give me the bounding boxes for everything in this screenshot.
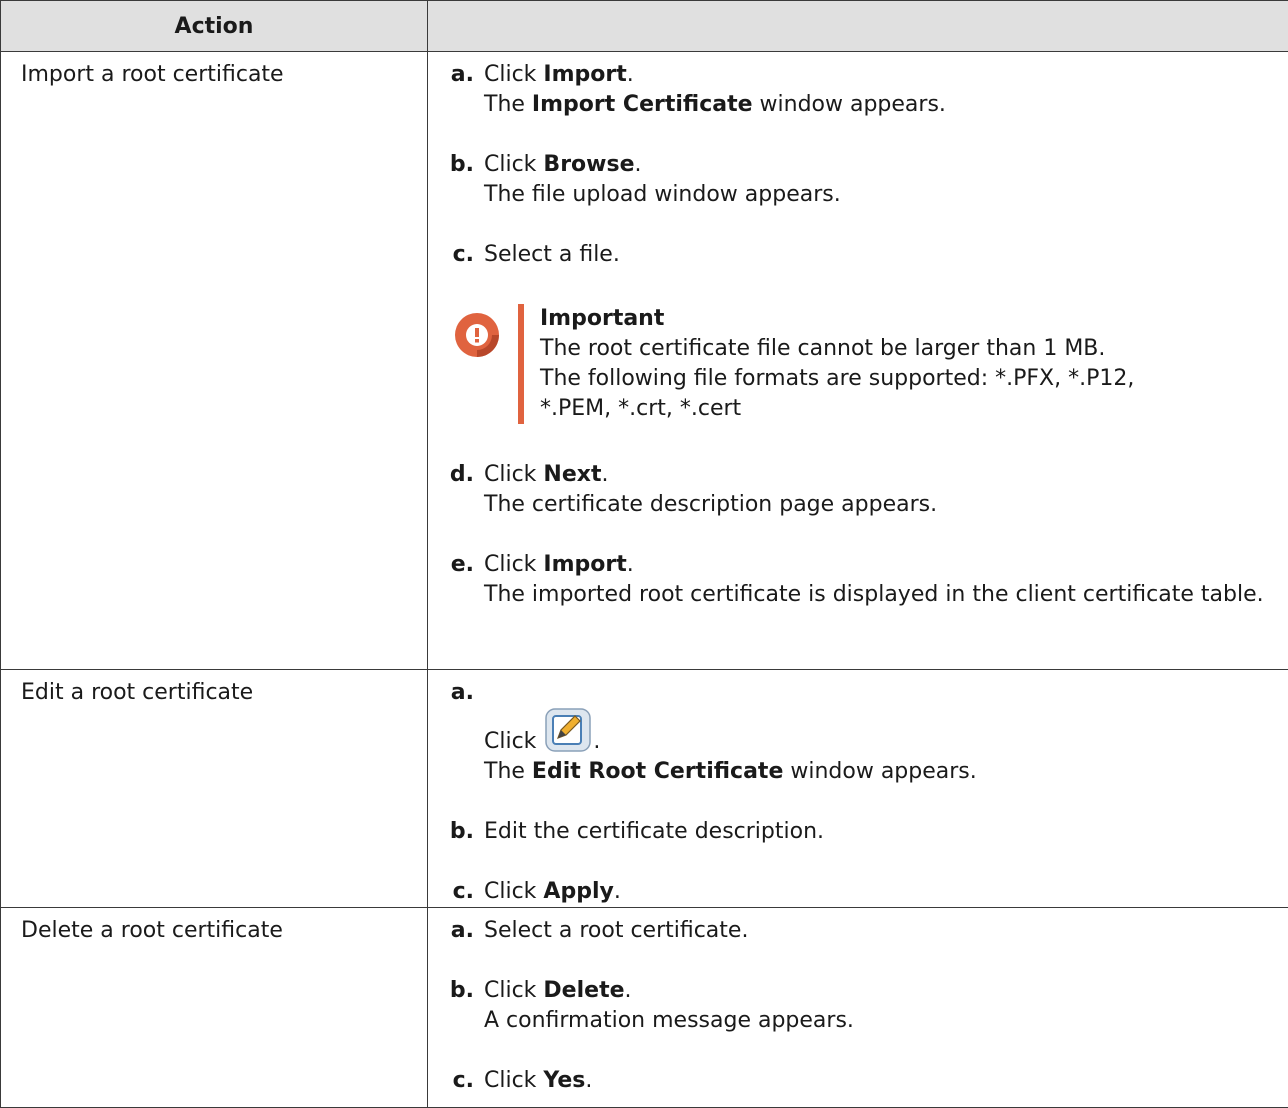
step-item: b. Edit the certificate description. [446, 817, 1268, 847]
action-cell: Import a root certificate [1, 52, 428, 670]
header-action: Action [1, 1, 428, 52]
table-header-row: Action [1, 1, 1288, 52]
table-row: Delete a root certificate a. Select a ro… [1, 908, 1288, 1108]
table-row: Import a root certificate a. Click Impor… [1, 52, 1288, 670]
step-item: c. Click Apply. [446, 877, 1268, 907]
steps-cell: a. Select a root certificate. b. Click D… [428, 908, 1288, 1108]
step-item: c. Click Yes. [446, 1066, 1268, 1096]
step-item: b. Click Browse. The file upload window … [446, 150, 1268, 210]
note-title: Important [540, 304, 1268, 334]
edit-icon[interactable] [543, 708, 593, 752]
action-cell: Edit a root certificate [1, 670, 428, 908]
step-item: a. Click . The Edit Root Certificate win… [446, 678, 1268, 787]
action-cell: Delete a root certificate [1, 908, 428, 1108]
step-item: a. Click Import. The Import Certificate … [446, 60, 1268, 120]
important-note: Important The root certificate file cann… [454, 304, 1268, 424]
note-accent-bar [518, 304, 524, 424]
step-item: b. Click Delete. A confirmation message … [446, 976, 1268, 1036]
step-item: e. Click Import. The imported root certi… [446, 550, 1268, 610]
step-item: c. Select a file. [446, 240, 1268, 270]
steps-cell: a. Click . The Edit Root Certificate win… [428, 670, 1288, 908]
step-item: a. Select a root certificate. [446, 916, 1268, 946]
warning-icon [454, 304, 504, 424]
table-row: Edit a root certificate a. Click . The E… [1, 670, 1288, 908]
steps-cell: a. Click Import. The Import Certificate … [428, 52, 1288, 670]
header-blank [428, 1, 1288, 52]
note-line: The following file formats are supported… [540, 364, 1180, 424]
action-table: Action Import a root certificate a. Clic… [0, 0, 1288, 1108]
note-line: The root certificate file cannot be larg… [540, 334, 1268, 364]
step-item: d. Click Next. The certificate descripti… [446, 460, 1268, 520]
